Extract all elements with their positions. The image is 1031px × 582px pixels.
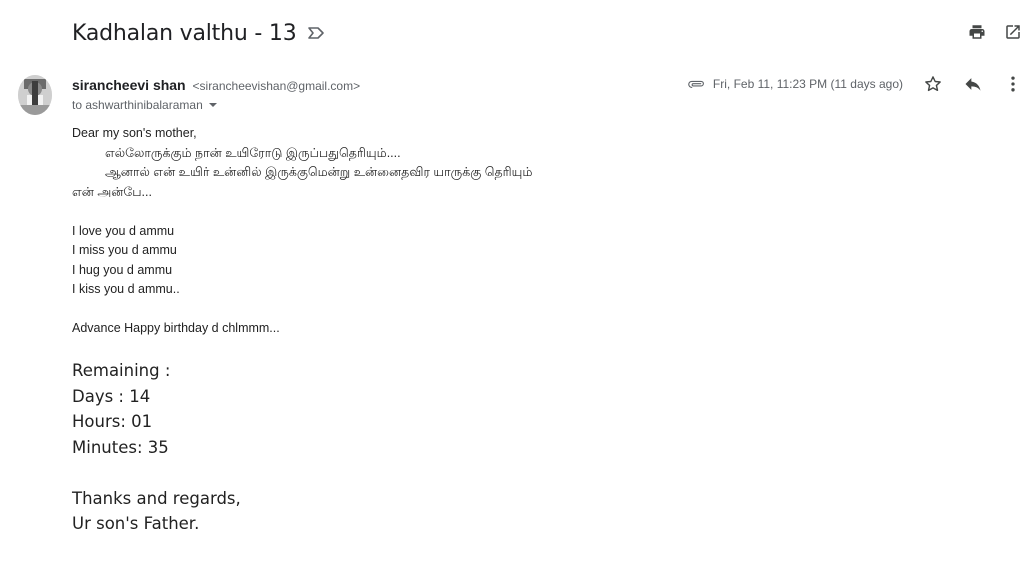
star-button[interactable] [923,74,943,94]
message-header: sirancheevi shan <sirancheevishan@gmail.… [72,76,360,112]
days-line: Days : 14 [72,386,151,406]
love-line-2: I miss you d ammu [72,243,177,257]
open-in-new-window-icon [1006,25,1020,39]
email-subject: Kadhalan valthu - 13 [72,20,297,46]
star-icon [925,76,941,92]
thread-actions [967,22,1023,42]
signature-line: Ur son's Father. [72,514,200,533]
love-line-1: I love you d ammu [72,223,175,238]
closing-line: Thanks and regards, [72,488,241,508]
sender-avatar[interactable] [18,75,52,115]
chevron-down-icon[interactable] [208,103,217,107]
birthday-wish-line: Advance Happy birthday d chlmmm... [72,321,280,335]
sender-line: sirancheevi shan <sirancheevishan@gmail.… [72,76,360,95]
message-actions [923,74,1023,94]
message-date: Fri, Feb 11, 11:23 PM (11 days ago) [712,77,903,91]
paperclip-icon [688,77,706,91]
hours-line: Hours: 01 [72,412,153,431]
important-marker-icon[interactable] [307,26,325,40]
remaining-label: Remaining : [72,361,171,380]
open-in-new-window-button[interactable] [1003,22,1023,42]
minutes-line: Minutes: 35 [72,437,169,457]
print-icon [969,25,985,39]
reply-icon [965,78,981,91]
message-body: Dear my son's mother, எல்லோருக்கும் நான்… [72,124,532,339]
sender-name[interactable]: sirancheevi shan [72,77,186,93]
print-button[interactable] [967,22,987,42]
more-vert-icon [1011,76,1015,92]
tamil-line-1: எல்லோருக்கும் நான் உயிரோடு இருப்பதுதெரிய… [105,145,401,160]
sender-email: <sirancheevishan@gmail.com> [192,79,361,93]
subject-row: Kadhalan valthu - 13 [72,18,325,48]
message-meta: Fri, Feb 11, 11:23 PM (11 days ago) [688,77,903,91]
more-options-button[interactable] [1003,74,1023,94]
love-line-3: I hug you d ammu [72,262,173,277]
tamil-line-3: என் அன்பே... [72,184,152,199]
recipient-line[interactable]: to ashwarthinibalaraman [72,98,360,112]
message-body-countdown: Remaining : Days : 14 Hours: 01 Minutes:… [72,358,241,537]
tamil-line-2: ஆனால் என் உயிர் உன்னில் இருக்குமென்று உன… [105,165,533,179]
recipient-label: to ashwarthinibalaraman [72,98,203,112]
reply-button[interactable] [963,74,983,94]
love-line-4: I kiss you d ammu.. [72,282,180,296]
greeting-line: Dear my son's mother, [72,126,197,140]
